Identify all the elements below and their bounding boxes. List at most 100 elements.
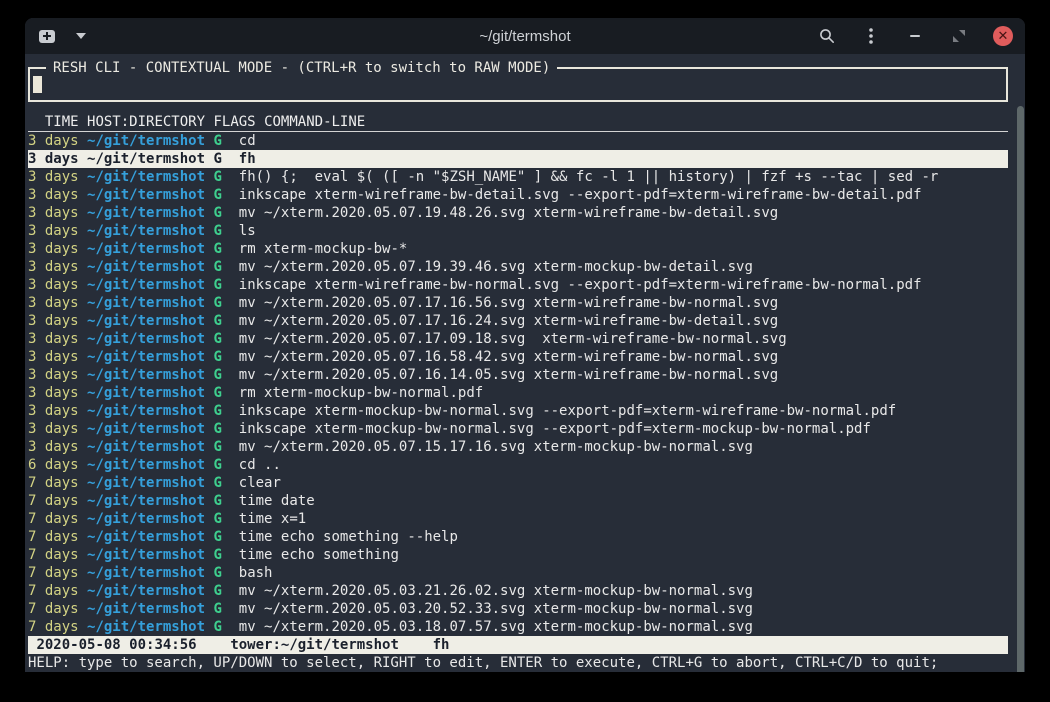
- history-row[interactable]: 3 days ~/git/termshot G inkscape xterm-w…: [28, 186, 1008, 204]
- row-directory: ~/git/termshot: [87, 277, 205, 293]
- row-time: 3 days: [28, 421, 79, 437]
- row-command: mv ~/xterm.2020.05.07.19.39.46.svg xterm…: [239, 259, 753, 275]
- close-icon: ✕: [998, 30, 1009, 43]
- history-row[interactable]: 7 days ~/git/termshot G mv ~/xterm.2020.…: [28, 582, 1008, 600]
- row-directory: ~/git/termshot: [87, 367, 205, 383]
- header-command-line: COMMAND-LINE: [264, 114, 365, 130]
- help-line: HELP: type to search, UP/DOWN to select,…: [28, 654, 1008, 672]
- row-time: 3 days: [28, 349, 79, 365]
- history-rows: 3 days ~/git/termshot G cd3 days ~/git/t…: [28, 132, 1008, 636]
- history-row[interactable]: 7 days ~/git/termshot G time echo someth…: [28, 546, 1008, 564]
- history-row[interactable]: 3 days ~/git/termshot G mv ~/xterm.2020.…: [28, 366, 1008, 384]
- header-host-directory: HOST:DIRECTORY: [87, 114, 205, 130]
- terminal-content: RESH CLI - CONTEXTUAL MODE - (CTRL+R to …: [25, 67, 1025, 672]
- row-time: 7 days: [28, 583, 79, 599]
- history-row[interactable]: 7 days ~/git/termshot G clear: [28, 474, 1008, 492]
- history-row[interactable]: 7 days ~/git/termshot G time x=1: [28, 510, 1008, 528]
- row-directory: ~/git/termshot: [87, 385, 205, 401]
- history-row[interactable]: 3 days ~/git/termshot G mv ~/xterm.2020.…: [28, 330, 1008, 348]
- row-command: time x=1: [239, 511, 306, 527]
- titlebar: ~/git/termshot ✕: [25, 18, 1025, 54]
- row-flags: G: [213, 367, 221, 383]
- row-command: inkscape xterm-mockup-bw-normal.svg --ex…: [239, 403, 896, 419]
- restore-icon: [952, 29, 966, 43]
- history-row[interactable]: 3 days ~/git/termshot G mv ~/xterm.2020.…: [28, 348, 1008, 366]
- history-row[interactable]: 3 days ~/git/termshot G mv ~/xterm.2020.…: [28, 204, 1008, 222]
- history-row[interactable]: 3 days ~/git/termshot G mv ~/xterm.2020.…: [28, 312, 1008, 330]
- row-command: inkscape xterm-mockup-bw-normal.svg --ex…: [239, 421, 871, 437]
- row-directory: ~/git/termshot: [87, 313, 205, 329]
- row-directory: ~/git/termshot: [87, 403, 205, 419]
- row-directory: ~/git/termshot: [87, 475, 205, 491]
- row-command: time echo something: [239, 547, 399, 563]
- status-datetime: 2020-05-08 00:34:56: [36, 637, 196, 653]
- row-time: 3 days: [28, 277, 79, 293]
- row-flags: G: [213, 457, 221, 473]
- scrollbar[interactable]: [1017, 106, 1024, 672]
- history-row[interactable]: 7 days ~/git/termshot G time echo someth…: [28, 528, 1008, 546]
- row-flags: G: [213, 277, 221, 293]
- row-time: 3 days: [28, 385, 79, 401]
- row-time: 3 days: [28, 205, 79, 221]
- header-flags: FLAGS: [213, 114, 255, 130]
- history-row[interactable]: 3 days ~/git/termshot G ls: [28, 222, 1008, 240]
- restore-button[interactable]: [949, 26, 969, 46]
- row-time: 3 days: [28, 295, 79, 311]
- history-row[interactable]: 3 days ~/git/termshot G mv ~/xterm.2020.…: [28, 438, 1008, 456]
- history-row[interactable]: 7 days ~/git/termshot G mv ~/xterm.2020.…: [28, 618, 1008, 636]
- row-time: 3 days: [28, 169, 79, 185]
- minimize-button[interactable]: [905, 26, 925, 46]
- panel-title: RESH CLI - CONTEXTUAL MODE - (CTRL+R to …: [46, 59, 557, 77]
- history-row[interactable]: 7 days ~/git/termshot G mv ~/xterm.2020.…: [28, 600, 1008, 618]
- row-flags: G: [213, 511, 221, 527]
- menu-button[interactable]: [861, 26, 881, 46]
- row-flags: G: [213, 259, 221, 275]
- close-button[interactable]: ✕: [993, 26, 1013, 46]
- row-directory: ~/git/termshot: [87, 169, 205, 185]
- history-row[interactable]: 6 days ~/git/termshot G cd ..: [28, 456, 1008, 474]
- row-time: 7 days: [28, 511, 79, 527]
- row-directory: ~/git/termshot: [87, 241, 205, 257]
- row-command: mv ~/xterm.2020.05.07.17.09.18.svg xterm…: [239, 331, 787, 347]
- row-command: fh: [239, 151, 256, 167]
- row-flags: G: [213, 493, 221, 509]
- row-command: mv ~/xterm.2020.05.07.17.16.56.svg xterm…: [239, 295, 778, 311]
- history-row[interactable]: 7 days ~/git/termshot G bash: [28, 564, 1008, 582]
- row-directory: ~/git/termshot: [87, 547, 205, 563]
- row-directory: ~/git/termshot: [87, 565, 205, 581]
- row-command: cd ..: [239, 457, 281, 473]
- history-row[interactable]: 3 days ~/git/termshot G fh() {; eval $( …: [28, 168, 1008, 186]
- new-tab-button[interactable]: [37, 26, 57, 46]
- row-directory: ~/git/termshot: [87, 133, 205, 149]
- history-row[interactable]: 3 days ~/git/termshot G mv ~/xterm.2020.…: [28, 258, 1008, 276]
- history-row[interactable]: 3 days ~/git/termshot G inkscape xterm-m…: [28, 420, 1008, 438]
- history-row[interactable]: 3 days ~/git/termshot G rm xterm-mockup-…: [28, 384, 1008, 402]
- history-row[interactable]: 3 days ~/git/termshot G cd: [28, 132, 1008, 150]
- search-query-panel[interactable]: RESH CLI - CONTEXTUAL MODE - (CTRL+R to …: [28, 67, 1008, 102]
- history-row[interactable]: 3 days ~/git/termshot G inkscape xterm-w…: [28, 276, 1008, 294]
- history-row[interactable]: 3 days ~/git/termshot G rm xterm-mockup-…: [28, 240, 1008, 258]
- chevron-down-icon: [76, 33, 86, 39]
- row-flags: G: [213, 331, 221, 347]
- tab-dropdown-button[interactable]: [71, 26, 91, 46]
- row-command: mv ~/xterm.2020.05.07.16.14.05.svg xterm…: [239, 367, 778, 383]
- row-time: 6 days: [28, 457, 79, 473]
- row-flags: G: [213, 601, 221, 617]
- history-row[interactable]: 3 days ~/git/termshot G inkscape xterm-m…: [28, 402, 1008, 420]
- history-row[interactable]: 3 days ~/git/termshot G mv ~/xterm.2020.…: [28, 294, 1008, 312]
- history-row[interactable]: 7 days ~/git/termshot G time date: [28, 492, 1008, 510]
- row-flags: G: [213, 619, 221, 635]
- row-flags: G: [213, 421, 221, 437]
- row-flags: G: [213, 187, 221, 203]
- search-button[interactable]: [817, 26, 837, 46]
- row-command: fh() {; eval $( ([ -n "$ZSH_NAME" ] && f…: [239, 169, 939, 185]
- history-row[interactable]: 3 days ~/git/termshot G fh: [28, 150, 1008, 168]
- row-flags: G: [213, 205, 221, 221]
- row-command: rm xterm-mockup-bw-*: [239, 241, 408, 257]
- terminal-cursor: [33, 76, 42, 93]
- row-command: time date: [239, 493, 315, 509]
- row-command: bash: [239, 565, 273, 581]
- row-directory: ~/git/termshot: [87, 601, 205, 617]
- row-directory: ~/git/termshot: [87, 583, 205, 599]
- row-time: 3 days: [28, 223, 79, 239]
